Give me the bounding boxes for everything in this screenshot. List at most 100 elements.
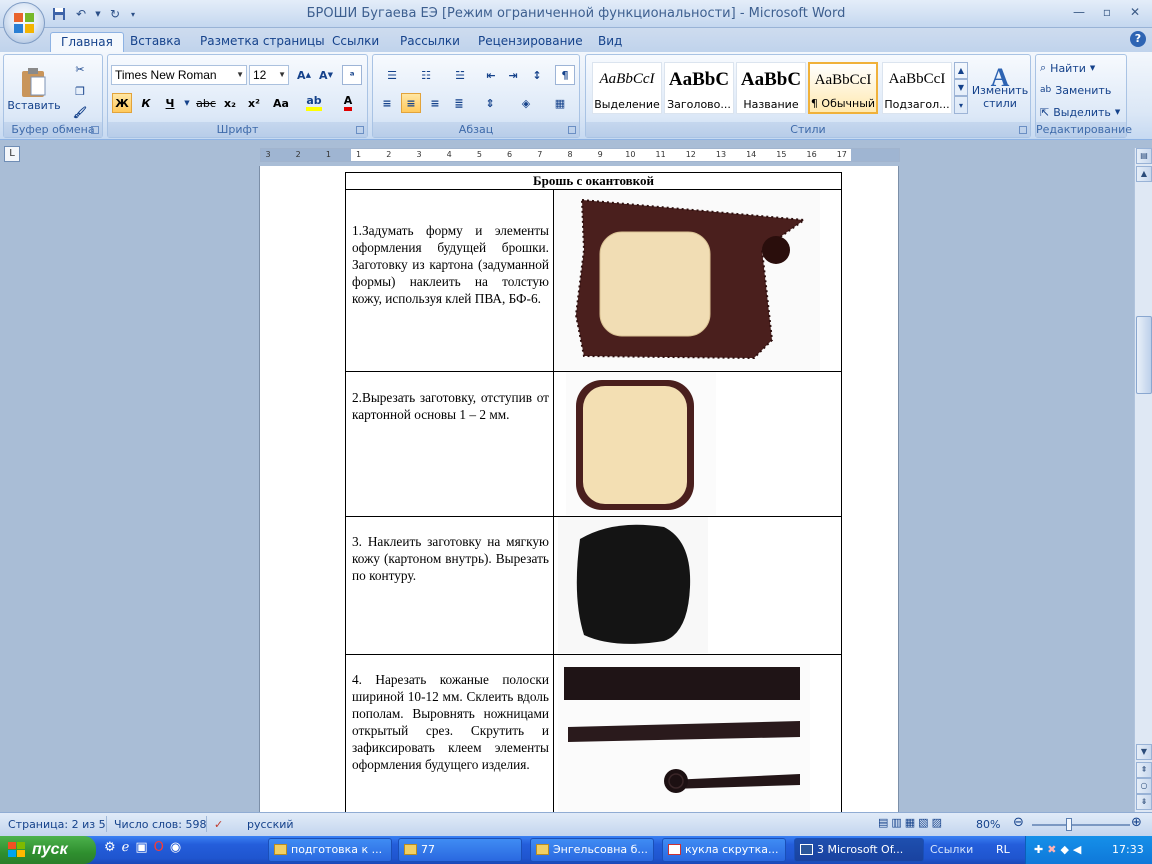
shield-icon[interactable]: ◆ [1060,843,1068,856]
spellcheck-icon[interactable]: ✓ [214,818,223,831]
opera-icon[interactable]: O [154,840,164,855]
zoom-slider[interactable] [1032,824,1130,826]
tab-references[interactable]: Ссылки [322,32,389,52]
underline-dropdown-icon[interactable]: ▼ [182,93,192,113]
close-icon[interactable]: ✕ [1122,3,1148,21]
taskbar-item[interactable]: подготовка к ... [268,838,392,862]
vertical-scrollbar[interactable]: ▤ ▲ ▼ ⇞ ○ ⇟ [1134,148,1152,812]
cut-icon[interactable]: ✂ [70,59,90,79]
change-case-button[interactable]: Aa [268,93,294,113]
customize-qat-icon[interactable]: ▾ [128,5,138,23]
previous-page-icon[interactable]: ⇞ [1136,762,1152,778]
tab-review[interactable]: Рецензирование [468,32,593,52]
browse-object-icon[interactable]: ○ [1136,778,1152,794]
settings-icon[interactable]: ⚙ [104,840,116,855]
shrink-font-icon[interactable]: A ▼ [316,65,336,85]
horizontal-ruler[interactable]: 3 2 1 1 2 3 4 5 6 7 8 9 10 11 12 13 14 15 16 17 [260,148,900,162]
font-name-combo[interactable]: Times New Roman ▼ [111,65,247,85]
subscript-button[interactable]: x₂ [220,93,240,113]
copy-icon[interactable]: ❐ [70,81,90,101]
sort-icon[interactable]: ↕ [527,65,547,85]
styles-scroll-down-icon[interactable]: ▼ [954,79,968,96]
replace-button[interactable]: ab Заменить [1040,80,1111,100]
find-button[interactable]: ⌕ Найти ▼ [1040,58,1095,78]
style-subtitle[interactable]: AaBbCcI Подзагол... [882,62,952,114]
scroll-down-icon[interactable]: ▼ [1136,744,1152,760]
view-buttons-icon[interactable]: ▤▥▦▧▨ [878,816,945,829]
scroll-thumb[interactable] [1136,316,1152,394]
tab-mailings[interactable]: Рассылки [390,32,470,52]
office-button[interactable] [3,2,45,44]
show-formatting-icon[interactable]: ¶ [555,65,575,85]
maximize-icon[interactable]: ▫ [1094,3,1120,21]
clipboard-launcher-icon[interactable] [91,126,99,134]
styles-more-icon[interactable]: ▾ [954,96,968,114]
decrease-indent-icon[interactable]: ⇤ [481,65,501,85]
antivirus-icon[interactable]: ✚ [1034,843,1043,856]
taskbar-item[interactable]: Энгельсовна б... [530,838,654,862]
tab-home[interactable]: Главная [50,32,124,53]
change-styles-button[interactable]: A Изменить стили [970,59,1030,121]
links-toolbar[interactable]: Ссылки [930,843,973,856]
font-color-icon[interactable]: A [334,93,362,113]
document-page[interactable]: Брошь с окантовкой 1.Задумать форму и эл… [260,166,898,815]
tab-page-layout[interactable]: Разметка страницы [190,32,335,52]
underline-button[interactable]: Ч [160,93,180,113]
paragraph-launcher-icon[interactable] [568,126,576,134]
ie-icon[interactable]: ℯ [122,840,130,855]
tab-insert[interactable]: Вставка [120,32,191,52]
paste-button[interactable]: Вставить [7,59,61,119]
undo-icon[interactable]: ↶ [72,5,90,23]
undo-dropdown-icon[interactable]: ▼ [94,5,102,23]
next-page-icon[interactable]: ⇟ [1136,794,1152,810]
media-icon[interactable]: ▣ [135,840,147,855]
increase-indent-icon[interactable]: ⇥ [503,65,523,85]
taskbar-item[interactable]: 77 [398,838,522,862]
shading-icon[interactable]: ◈ [511,93,541,113]
taskbar-item[interactable]: кукла скрутка... [662,838,786,862]
style-emphasis[interactable]: AaBbCcI Выделение [592,62,662,114]
bold-button[interactable]: Ж [112,93,132,113]
minimize-icon[interactable]: — [1066,3,1092,21]
italic-button[interactable]: К [136,93,156,113]
zoom-in-icon[interactable]: ⊕ [1131,815,1142,830]
help-icon[interactable]: ? [1130,31,1146,47]
tab-selector-icon[interactable]: L [4,146,20,162]
redo-icon[interactable]: ↻ [106,5,124,23]
superscript-button[interactable]: x² [244,93,264,113]
align-right-icon[interactable]: ≡ [425,93,445,113]
style-normal[interactable]: AaBbCcI ¶ Обычный [808,62,878,114]
font-size-combo[interactable]: 12 ▼ [249,65,289,85]
align-center-icon[interactable]: ≡ [401,93,421,113]
scroll-up-icon[interactable]: ▲ [1136,166,1152,182]
language-indicator[interactable]: русский [247,818,294,831]
page-count[interactable]: Страница: 2 из 5 [8,818,106,831]
network-icon[interactable]: ✖ [1047,843,1056,856]
taskbar-item-word[interactable]: 3 Microsoft Of... [794,838,924,862]
view-ruler-icon[interactable]: ▤ [1136,148,1152,164]
zoom-out-icon[interactable]: ⊖ [1013,815,1024,830]
styles-launcher-icon[interactable] [1019,126,1027,134]
multilevel-list-icon[interactable]: ☱ [445,65,475,85]
style-heading[interactable]: AaBbC Заголово... [664,62,734,114]
grow-font-icon[interactable]: A ▲ [294,65,314,85]
start-button[interactable]: пуск [0,836,96,864]
highlight-icon[interactable]: ab [300,93,328,113]
line-spacing-icon[interactable]: ⇕ [475,93,505,113]
borders-icon[interactable]: ▦ [545,93,575,113]
word-count[interactable]: Число слов: 598 [114,818,207,831]
select-button[interactable]: ⇱ Выделить ▼ [1040,102,1120,122]
justify-icon[interactable]: ≣ [449,93,469,113]
format-painter-icon[interactable]: 🖌 [70,102,90,122]
clear-formatting-icon[interactable]: ᵃ [342,65,362,85]
player-icon[interactable]: ◉ [170,840,181,855]
strikethrough-button[interactable]: abc [196,93,216,113]
zoom-slider-thumb[interactable] [1066,818,1072,831]
tab-view[interactable]: Вид [588,32,632,52]
save-icon[interactable] [50,5,68,23]
font-launcher-icon[interactable] [356,126,364,134]
numbering-icon[interactable]: ☷ [411,65,441,85]
zoom-level[interactable]: 80% [976,818,1000,831]
align-left-icon[interactable]: ≡ [377,93,397,113]
bullets-icon[interactable]: ☰ [377,65,407,85]
